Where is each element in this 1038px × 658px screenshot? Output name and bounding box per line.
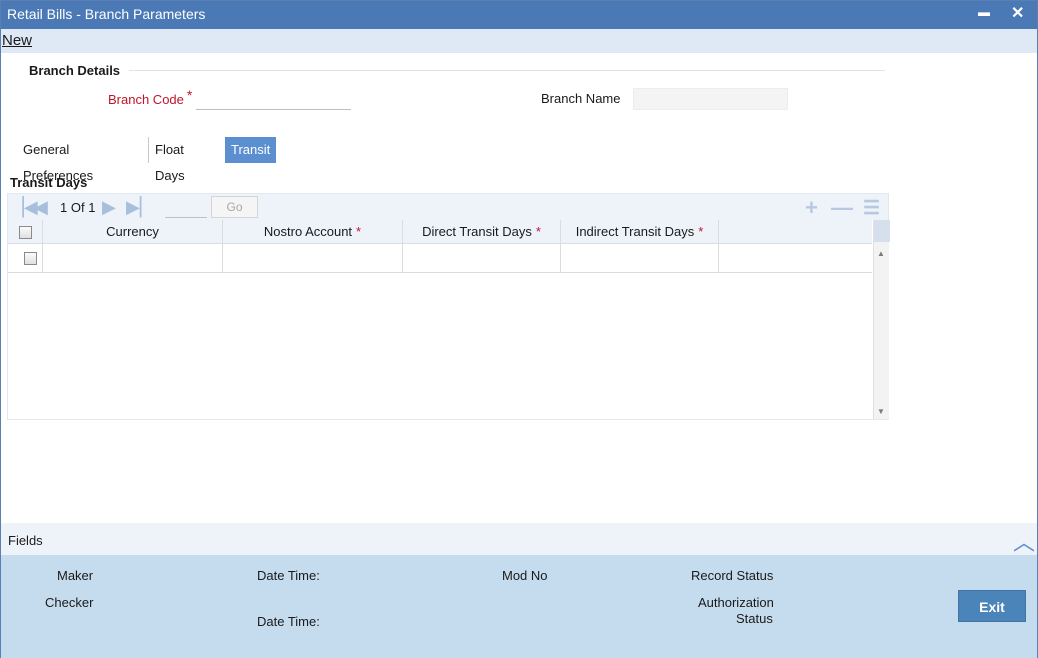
- table-row[interactable]: [8, 244, 872, 273]
- authorization-status-label: Status: [736, 611, 773, 626]
- mod-no-label: Mod No: [502, 568, 548, 583]
- currency-header-label: Currency: [106, 224, 159, 239]
- next-page-icon[interactable]: ▶: [102, 197, 116, 218]
- menu-bar: New: [1, 29, 1037, 53]
- required-marker: *: [698, 224, 704, 239]
- nostro-account-header-label: Nostro Account: [263, 224, 353, 239]
- last-page-icon[interactable]: ▶▏: [126, 197, 154, 218]
- row-select-cell: [8, 244, 43, 273]
- fields-label[interactable]: Fields: [8, 533, 43, 548]
- delete-row-icon[interactable]: —: [831, 195, 853, 221]
- direct-transit-days-cell[interactable]: [403, 244, 561, 273]
- tab-general-preferences[interactable]: General Preferences: [17, 137, 99, 183]
- branch-details-heading: Branch Details: [29, 63, 121, 78]
- close-icon[interactable]: ✕: [1011, 3, 1024, 23]
- branch-code-field[interactable]: [196, 88, 351, 110]
- branch-name-field[interactable]: [633, 88, 788, 110]
- maker-date-time-label: Date Time:: [257, 568, 320, 583]
- direct-transit-days-header-label: Direct Transit Days: [422, 224, 532, 239]
- column-header-direct-transit-days[interactable]: Direct Transit Days *: [403, 220, 561, 244]
- scroll-down-icon[interactable]: ▼: [877, 407, 885, 416]
- grid-pager: ▕◀ ◀ 1 Of 1 ▶ ▶▏ Go + — ☰: [8, 194, 888, 220]
- scroll-up-icon[interactable]: ▲: [877, 249, 885, 258]
- required-marker: *: [356, 224, 362, 239]
- add-row-icon[interactable]: +: [805, 195, 818, 221]
- total-pages: 1: [88, 200, 96, 215]
- branch-parameters-window: Retail Bills - Branch Parameters ▬ ✕ New…: [0, 0, 1038, 658]
- indirect-transit-days-cell[interactable]: [561, 244, 719, 273]
- column-header-nostro-account[interactable]: Nostro Account *: [223, 220, 403, 244]
- required-marker: *: [535, 224, 541, 239]
- row-checkbox[interactable]: [24, 252, 37, 265]
- record-status-label: Record Status: [691, 568, 774, 583]
- previous-page-icon[interactable]: ◀: [34, 197, 48, 218]
- go-button[interactable]: Go: [211, 196, 258, 218]
- single-record-view-icon[interactable]: ☰: [863, 197, 880, 220]
- transit-days-heading: Transit Days: [10, 175, 88, 190]
- required-marker: *: [186, 87, 193, 103]
- column-header-indirect-transit-days[interactable]: Indirect Transit Days *: [561, 220, 719, 244]
- grid-header: Currency Nostro Account * Direct Transit …: [8, 220, 872, 244]
- indirect-transit-days-header-label: Indirect Transit Days: [575, 224, 695, 239]
- nostro-account-cell[interactable]: [223, 244, 403, 273]
- select-all-cell: [8, 220, 43, 244]
- current-page: 1: [60, 200, 68, 215]
- section-divider: [129, 70, 885, 71]
- branch-code-label-text: Branch Code: [108, 92, 184, 107]
- authorization-label: Authorization: [698, 595, 774, 610]
- of-label: Of: [70, 200, 85, 215]
- column-header-currency[interactable]: Currency: [43, 220, 223, 244]
- select-all-checkbox[interactable]: [19, 226, 32, 239]
- exit-button[interactable]: Exit: [958, 590, 1026, 622]
- title-bar: Retail Bills - Branch Parameters ▬ ✕: [1, 1, 1037, 29]
- page-indicator: 1 Of 1: [60, 200, 95, 215]
- scrollbar-thumb[interactable]: [874, 220, 890, 242]
- window-title: Retail Bills - Branch Parameters: [7, 6, 206, 22]
- maker-label: Maker: [57, 568, 94, 583]
- checker-label: Checker: [45, 595, 94, 610]
- minimize-icon[interactable]: ▬: [978, 5, 990, 19]
- branch-code-label: Branch Code *: [108, 87, 192, 107]
- currency-cell[interactable]: [43, 244, 223, 273]
- page-number-input[interactable]: [165, 198, 207, 218]
- tab-transit-days[interactable]: Transit Days: [225, 137, 277, 183]
- transit-days-grid: ▕◀ ◀ 1 Of 1 ▶ ▶▏ Go + — ☰ Currency Nostr…: [7, 193, 890, 420]
- checker-date-time-label: Date Time:: [257, 614, 320, 629]
- new-link[interactable]: New: [2, 32, 32, 49]
- audit-footer: Maker Checker Date Time: Date Time: Mod …: [1, 555, 1037, 658]
- branch-name-label: Branch Name: [541, 91, 621, 106]
- chevron-up-icon[interactable]: ︿: [1013, 525, 1035, 557]
- grid-vertical-scrollbar[interactable]: ▲ ▼: [873, 220, 890, 419]
- tab-float-days[interactable]: Float Days: [148, 137, 191, 183]
- fields-bar: Fields ︿: [1, 523, 1037, 555]
